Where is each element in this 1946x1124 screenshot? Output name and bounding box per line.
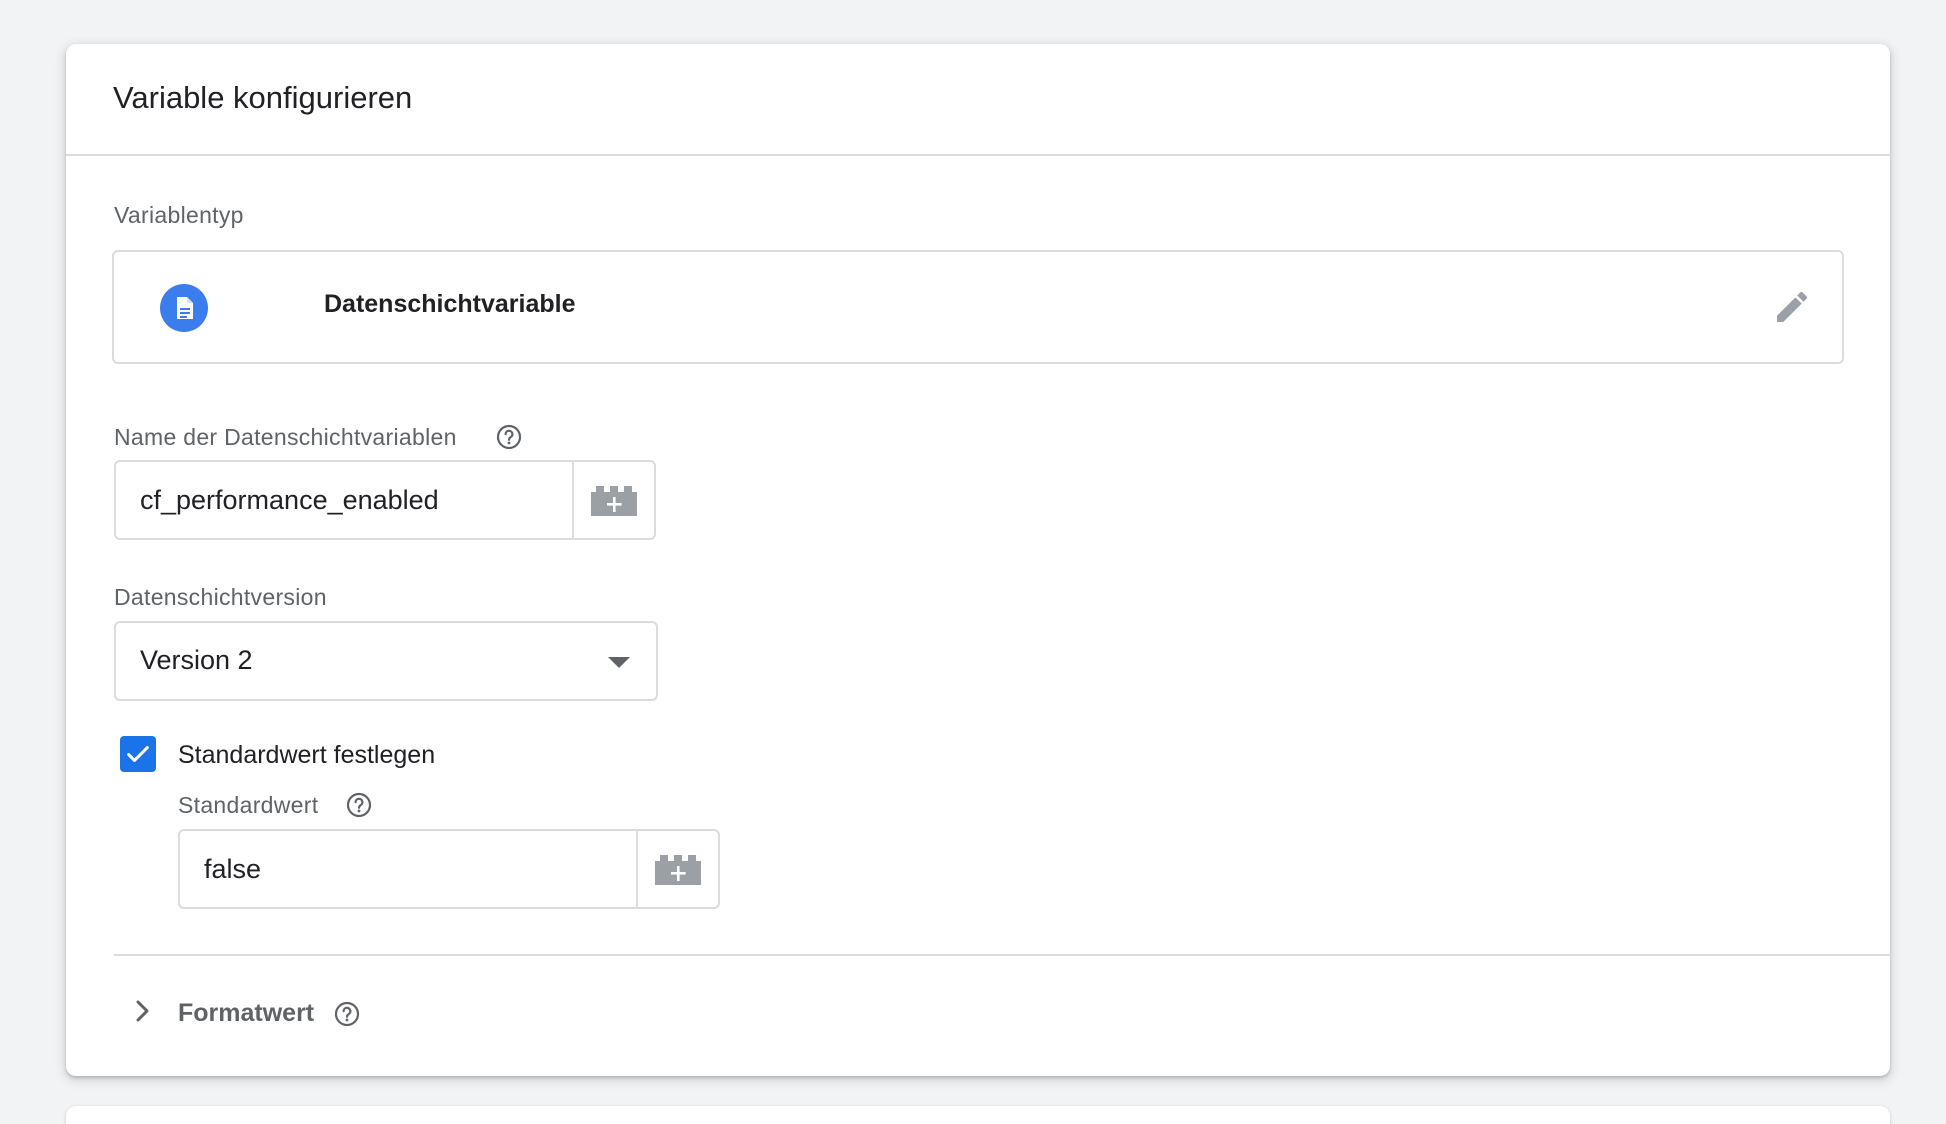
section-divider <box>114 954 1890 956</box>
datalayer-name-label: Name der Datenschichtvariablen <box>114 424 457 450</box>
card-header: Variable konfigurieren <box>66 44 1890 156</box>
configure-variable-card: Variable konfigurieren Variablentyp Date… <box>66 44 1890 1076</box>
default-value-input[interactable] <box>180 831 638 907</box>
help-icon[interactable] <box>334 1001 360 1027</box>
insert-variable-button[interactable] <box>636 831 718 907</box>
datalayer-name-input[interactable] <box>116 462 574 538</box>
variable-brick-icon <box>591 486 637 516</box>
help-icon[interactable] <box>346 792 372 818</box>
datalayer-name-field <box>114 460 656 540</box>
format-value-toggle[interactable]: Formatwert <box>178 999 314 1028</box>
next-card-edge <box>66 1106 1890 1124</box>
datalayer-version-select[interactable]: Version 2 <box>114 621 658 701</box>
chevron-right-icon[interactable] <box>128 996 158 1026</box>
default-value-checkbox[interactable] <box>120 736 156 772</box>
default-value-label: Standardwert <box>178 792 319 818</box>
variable-brick-icon <box>655 855 701 885</box>
document-icon <box>160 284 208 332</box>
dropdown-arrow-icon <box>608 657 630 668</box>
insert-variable-button[interactable] <box>572 462 654 538</box>
default-value-field <box>178 829 720 909</box>
variable-type-name: Datenschichtvariable <box>324 290 576 318</box>
page: Variable konfigurieren Variablentyp Date… <box>0 0 1946 1124</box>
variable-type-selector[interactable]: Datenschichtvariable <box>112 250 1844 364</box>
datalayer-version-label: Datenschichtversion <box>114 584 327 610</box>
help-icon[interactable] <box>496 424 522 450</box>
default-value-checkbox-label[interactable]: Standardwert festlegen <box>178 741 435 770</box>
checkmark-icon <box>127 746 149 762</box>
pencil-icon[interactable] <box>1772 287 1812 327</box>
card-title: Variable konfigurieren <box>113 80 413 115</box>
variable-type-label: Variablentyp <box>114 202 244 228</box>
datalayer-version-value: Version 2 <box>140 645 253 675</box>
